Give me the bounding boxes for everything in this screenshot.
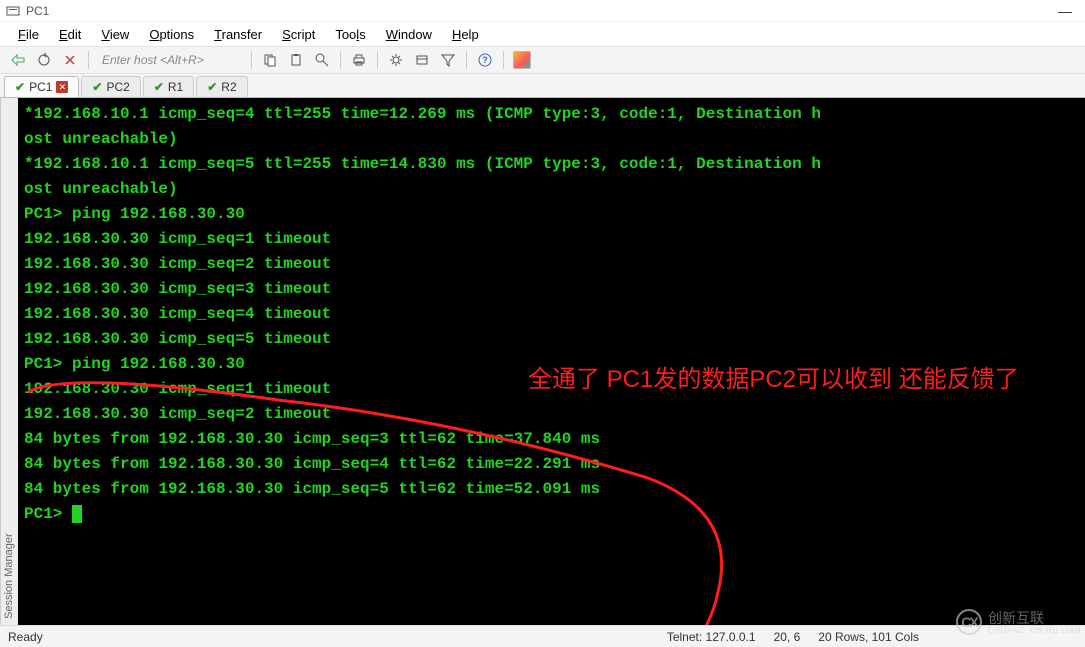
toolbar-separator (88, 51, 89, 69)
paste-icon[interactable] (284, 49, 308, 71)
toolbar-separator (466, 51, 467, 69)
toolbar-separator (251, 51, 252, 69)
settings-icon[interactable] (384, 49, 408, 71)
session-options-icon[interactable] (410, 49, 434, 71)
close-icon[interactable]: ✕ (56, 81, 68, 93)
status-cursor-pos: 20, 6 (774, 630, 801, 644)
terminal-line: 84 bytes from 192.168.30.30 icmp_seq=3 t… (24, 427, 1079, 452)
copy-icon[interactable] (258, 49, 282, 71)
terminal-line: ost unreachable) (24, 127, 1079, 152)
filter-icon[interactable] (436, 49, 460, 71)
terminal-line: PC1> ping 192.168.30.30 (24, 202, 1079, 227)
tab-label: R1 (168, 80, 183, 94)
terminal[interactable]: *192.168.10.1 icmp_seq=4 ttl=255 time=12… (18, 98, 1085, 625)
toolbar-separator (503, 51, 504, 69)
terminal-line: *192.168.10.1 icmp_seq=5 ttl=255 time=14… (24, 152, 1079, 177)
tab-pc1[interactable]: ✔ PC1 ✕ (4, 76, 79, 97)
terminal-line: 192.168.30.30 icmp_seq=1 timeout (24, 227, 1079, 252)
session-manager-tab[interactable]: Session Manager (0, 98, 18, 625)
terminal-line: 84 bytes from 192.168.30.30 icmp_seq=5 t… (24, 477, 1079, 502)
minimize-button[interactable]: — (1051, 3, 1079, 19)
watermark-brand: 创新互联 (988, 610, 1044, 626)
titlebar: PC1 — (0, 0, 1085, 22)
check-icon: ✔ (15, 80, 25, 94)
quick-connect-icon[interactable] (6, 49, 30, 71)
tab-r1[interactable]: ✔ R1 (143, 76, 194, 97)
terminal-line: PC1> (24, 502, 1079, 527)
check-icon: ✔ (92, 80, 102, 94)
menu-edit[interactable]: Edit (49, 25, 91, 44)
status-connection: Telnet: 127.0.0.1 (667, 630, 756, 644)
color-scheme-icon[interactable] (510, 49, 534, 71)
menu-script[interactable]: Script (272, 25, 325, 44)
watermark: CX 创新互联 CHUANG XIN HU LIAN (956, 608, 1081, 635)
check-icon: ✔ (207, 80, 217, 94)
annotation-text: 全通了 PC1发的数据PC2可以收到 还能反馈了 (528, 360, 1085, 400)
window-title: PC1 (26, 4, 49, 18)
menu-help[interactable]: Help (442, 25, 489, 44)
statusbar: Ready Telnet: 127.0.0.1 20, 6 20 Rows, 1… (0, 625, 1085, 647)
terminal-line: 192.168.30.30 icmp_seq=5 timeout (24, 327, 1079, 352)
find-icon[interactable] (310, 49, 334, 71)
terminal-line: ost unreachable) (24, 177, 1079, 202)
app-icon (6, 4, 20, 18)
check-icon: ✔ (154, 80, 164, 94)
svg-text:?: ? (482, 55, 488, 65)
host-input[interactable]: Enter host <Alt+R> (95, 50, 245, 70)
menubar: File Edit View Options Transfer Script T… (0, 22, 1085, 46)
reconnect-icon[interactable] (32, 49, 56, 71)
toolbar-separator (377, 51, 378, 69)
terminal-line: 192.168.30.30 icmp_seq=4 timeout (24, 302, 1079, 327)
tab-r2[interactable]: ✔ R2 (196, 76, 247, 97)
menu-view[interactable]: View (91, 25, 139, 44)
terminal-line: *192.168.10.1 icmp_seq=4 ttl=255 time=12… (24, 102, 1079, 127)
menu-file[interactable]: File (8, 25, 49, 44)
tab-label: R2 (221, 80, 236, 94)
terminal-cursor (72, 505, 82, 523)
status-size: 20 Rows, 101 Cols (818, 630, 919, 644)
status-ready: Ready (8, 630, 43, 644)
tab-label: PC1 (29, 80, 52, 94)
terminal-line: 84 bytes from 192.168.30.30 icmp_seq=4 t… (24, 452, 1079, 477)
tab-label: PC2 (106, 80, 129, 94)
tabbar: ✔ PC1 ✕ ✔ PC2 ✔ R1 ✔ R2 (0, 74, 1085, 98)
watermark-badge: CX (956, 609, 982, 635)
menu-transfer[interactable]: Transfer (204, 25, 272, 44)
tab-pc2[interactable]: ✔ PC2 (81, 76, 140, 97)
menu-window[interactable]: Window (376, 25, 442, 44)
terminal-line: 192.168.30.30 icmp_seq=3 timeout (24, 277, 1079, 302)
terminal-line: 192.168.30.30 icmp_seq=2 timeout (24, 402, 1079, 427)
toolbar: Enter host <Alt+R> ? (0, 46, 1085, 74)
menu-tools[interactable]: Tools (325, 25, 375, 44)
print-icon[interactable] (347, 49, 371, 71)
watermark-sub: CHUANG XIN HU LIAN (988, 626, 1081, 635)
disconnect-icon[interactable] (58, 49, 82, 71)
toolbar-separator (340, 51, 341, 69)
terminal-line: 192.168.30.30 icmp_seq=2 timeout (24, 252, 1079, 277)
menu-options[interactable]: Options (139, 25, 204, 44)
help-icon[interactable]: ? (473, 49, 497, 71)
